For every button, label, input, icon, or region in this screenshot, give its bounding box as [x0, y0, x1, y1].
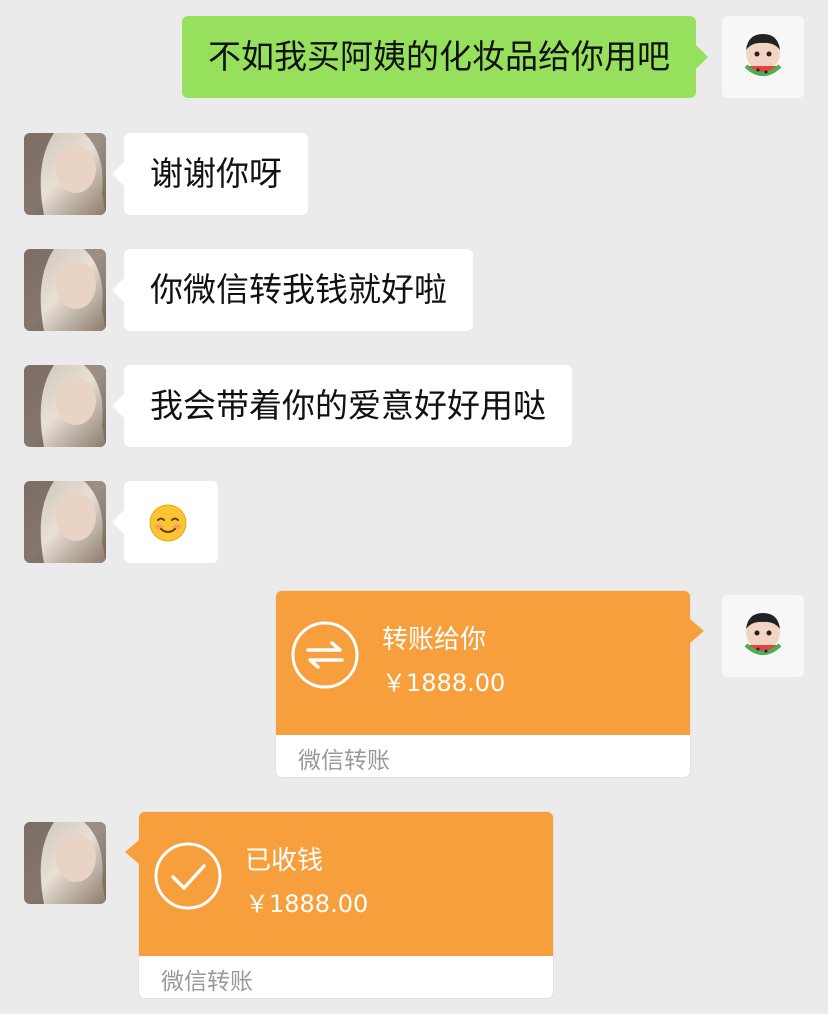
girl-photo-avatar-icon — [24, 249, 106, 331]
transfer-card-sent[interactable]: 转账给你 ￥1888.00 微信转账 — [276, 591, 704, 777]
contact-avatar[interactable] — [24, 249, 106, 331]
message-text: 我会带着你的爱意好好用哒 — [150, 386, 546, 425]
contact-avatar[interactable] — [24, 481, 106, 563]
contact-avatar[interactable] — [24, 365, 106, 447]
girl-photo-avatar-icon — [24, 133, 106, 215]
checkmark-circle-icon — [153, 841, 223, 911]
transfer-footer-label: 微信转账 — [298, 748, 390, 774]
transfer-amount: ￥1888.00 — [382, 669, 506, 697]
message-bubble-received[interactable]: 我会带着你的爱意好好用哒 — [112, 365, 572, 447]
my-avatar[interactable] — [722, 595, 804, 677]
my-avatar[interactable] — [722, 16, 804, 98]
transfer-card-received[interactable]: 已收钱 ￥1888.00 微信转账 — [125, 812, 553, 998]
girl-photo-avatar-icon — [24, 365, 106, 447]
smiling-face-emoji-icon — [149, 504, 187, 542]
transfer-arrows-icon — [290, 620, 360, 690]
boy-watermelon-avatar-icon — [722, 16, 804, 98]
transfer-title: 转账给你 — [382, 625, 487, 655]
message-text: 不如我买阿姨的化妆品给你用吧 — [208, 37, 670, 76]
message-text: 你微信转我钱就好啦 — [150, 270, 447, 309]
transfer-card-header: 转账给你 ￥1888.00 — [276, 591, 690, 735]
transfer-title: 已收钱 — [245, 846, 324, 876]
message-bubble-received-emoji[interactable] — [112, 481, 218, 563]
contact-avatar[interactable] — [24, 822, 106, 904]
message-text: 谢谢你呀 — [150, 154, 282, 193]
contact-avatar[interactable] — [24, 133, 106, 215]
transfer-amount: ￥1888.00 — [245, 890, 369, 918]
message-bubble-received[interactable]: 你微信转我钱就好啦 — [112, 249, 473, 331]
girl-photo-avatar-icon — [24, 481, 106, 563]
boy-watermelon-avatar-icon — [722, 595, 804, 677]
transfer-card-header: 已收钱 ￥1888.00 — [139, 812, 553, 956]
message-bubble-received[interactable]: 谢谢你呀 — [112, 133, 308, 215]
message-bubble-sent[interactable]: 不如我买阿姨的化妆品给你用吧 — [182, 16, 708, 98]
transfer-footer-label: 微信转账 — [161, 969, 253, 995]
girl-photo-avatar-icon — [24, 822, 106, 904]
